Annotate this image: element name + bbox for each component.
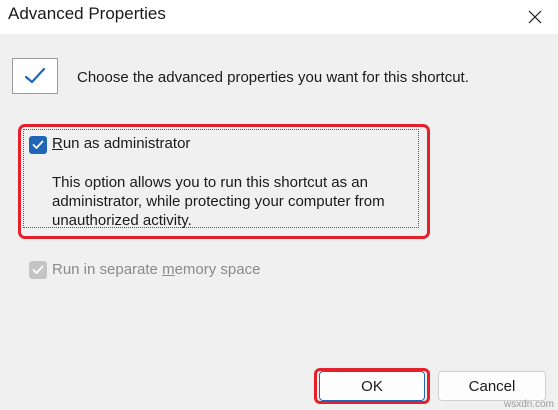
cancel-button[interactable]: Cancel (438, 371, 546, 401)
checkmark-icon (24, 67, 46, 84)
checkmark-icon (32, 140, 44, 149)
dialog-title: Advanced Properties (8, 4, 166, 23)
run-as-admin-checkbox[interactable] (29, 136, 47, 154)
separate-memory-label[interactable]: Run in separate memory space (52, 261, 260, 278)
run-as-admin-description: This option allows you to run this short… (52, 174, 385, 229)
run-as-admin-label-rest: un as administrator (62, 135, 191, 152)
checkmark-icon (32, 265, 44, 274)
close-icon (528, 10, 542, 24)
title-bar: Advanced Properties (0, 0, 558, 34)
ok-button[interactable]: OK (319, 371, 425, 401)
intro-text: Choose the advanced properties you want … (77, 69, 469, 86)
mnemonic-m: m (162, 261, 175, 278)
separate-memory-label-start: Run in separate (52, 261, 163, 278)
run-as-admin-label[interactable]: Run as administrator (52, 135, 190, 152)
mnemonic-r: R (52, 135, 63, 152)
advanced-properties-dialog: Advanced Properties Choose the advanced … (0, 0, 558, 410)
separate-memory-checkbox[interactable] (29, 261, 47, 279)
shortcut-properties-icon (12, 58, 58, 94)
separate-memory-label-end: emory space (174, 261, 261, 278)
close-button[interactable] (512, 0, 558, 34)
watermark: wsxdn.com (503, 399, 554, 410)
